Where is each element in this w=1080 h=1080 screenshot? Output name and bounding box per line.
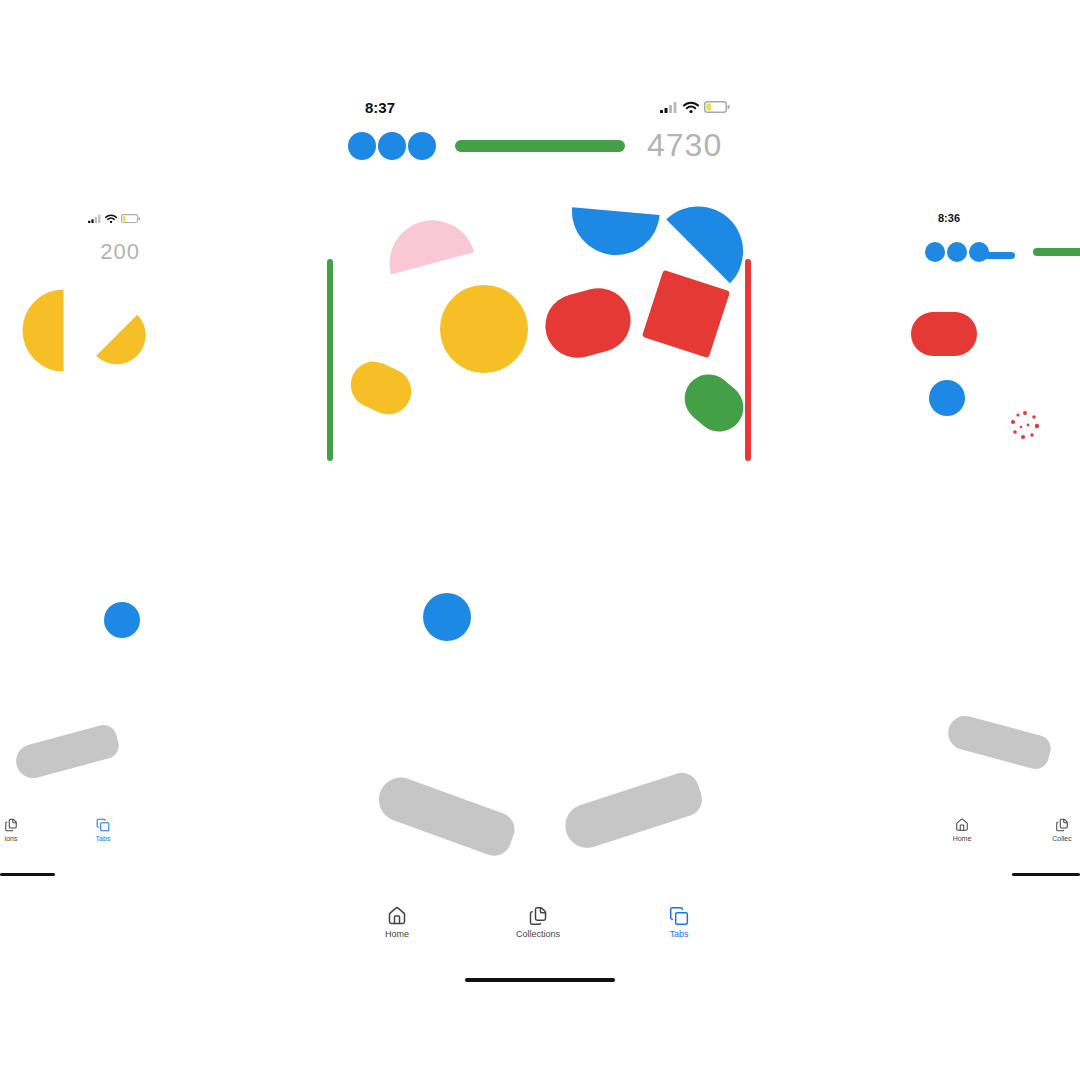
- life-dot: [348, 132, 376, 160]
- signal-icon: [660, 101, 678, 113]
- status-bar: [0, 200, 160, 236]
- playfield[interactable]: [0, 275, 160, 810]
- flipper[interactable]: [12, 722, 121, 782]
- status-icons: [88, 214, 141, 223]
- battery-icon: [121, 214, 141, 223]
- home-icon: [955, 818, 969, 832]
- tabs-icon: [96, 818, 110, 832]
- tabs-icon: [669, 906, 689, 926]
- collections-icon: [1055, 818, 1069, 832]
- tab-item[interactable]: Home: [932, 818, 992, 843]
- bumper: [343, 354, 419, 422]
- tab-item[interactable]: Tabs: [78, 818, 128, 843]
- playfield[interactable]: [330, 176, 760, 896]
- phone-screen: 8:36 Home Collec: [910, 200, 1080, 876]
- wifi-icon: [683, 101, 699, 113]
- phone-screen: 200 ions Tabs: [0, 200, 160, 876]
- bumper: [642, 270, 730, 358]
- life-trail: [985, 252, 1015, 259]
- tab-item[interactable]: Collec: [1032, 818, 1080, 843]
- bumper: [568, 207, 660, 259]
- burst-particles: [1010, 410, 1040, 440]
- lives: [348, 132, 436, 160]
- game-hud: 200: [0, 236, 160, 268]
- life-dot: [378, 132, 406, 160]
- tab-label: ions: [5, 835, 18, 843]
- tab-label: Tabs: [96, 835, 111, 843]
- bumper: [96, 315, 158, 377]
- power-bar: [455, 140, 625, 152]
- clock: 8:36: [938, 212, 960, 224]
- bumper: [440, 285, 528, 373]
- home-indicator: [465, 978, 615, 982]
- bumper: [675, 365, 753, 442]
- tab-label: Home: [953, 835, 972, 843]
- tab-bar: Home Collections Tabs: [330, 896, 760, 940]
- tab-label: Collections: [516, 929, 560, 940]
- clock: 8:37: [365, 99, 395, 116]
- tab-label: Tabs: [669, 929, 688, 940]
- score: 200: [100, 240, 140, 264]
- bumper: [23, 290, 64, 372]
- playfield[interactable]: [910, 275, 1080, 810]
- battery-icon: [704, 101, 730, 113]
- tab-item[interactable]: Tabs: [619, 906, 739, 940]
- tab-label: Collec: [1052, 835, 1071, 843]
- lives: [925, 242, 989, 262]
- flipper[interactable]: [944, 712, 1053, 772]
- home-indicator: [0, 873, 55, 876]
- signal-icon: [88, 214, 102, 223]
- home-indicator: [1012, 873, 1080, 876]
- tab-item[interactable]: ions: [0, 818, 22, 843]
- bumper: [380, 211, 474, 275]
- life-dot: [925, 242, 945, 262]
- life-dot: [947, 242, 967, 262]
- status-icons: [660, 101, 730, 113]
- collections-icon: [528, 906, 548, 926]
- tab-label: Home: [385, 929, 409, 940]
- home-icon: [387, 906, 407, 926]
- status-bar: 8:36: [910, 200, 1080, 236]
- game-hud: 4730: [330, 124, 760, 168]
- wifi-icon: [105, 214, 117, 223]
- side-wall: [327, 259, 333, 461]
- ball: [929, 380, 965, 416]
- collections-icon: [4, 818, 18, 832]
- score: 4730: [647, 128, 722, 163]
- side-wall: [745, 259, 751, 461]
- status-bar: 8:37: [330, 90, 760, 124]
- flipper[interactable]: [373, 771, 520, 860]
- tab-item[interactable]: Collections: [478, 906, 598, 940]
- screenshot-collage: 200ionsTabs8:374730HomeCollectionsTabs8:…: [0, 0, 1080, 1080]
- bumper: [538, 281, 638, 365]
- flipper[interactable]: [560, 768, 707, 853]
- game-hud: [910, 236, 1080, 268]
- ball: [104, 602, 140, 638]
- tab-bar: Home Collec: [910, 810, 1080, 843]
- phone-screen: 8:37 4730 Home Collections Tabs: [330, 90, 760, 982]
- life-dot: [408, 132, 436, 160]
- ball: [423, 593, 471, 641]
- tab-bar: ions Tabs: [0, 810, 160, 843]
- tab-item[interactable]: Home: [337, 906, 457, 940]
- bumper: [911, 312, 977, 356]
- power-bar: [1033, 248, 1080, 256]
